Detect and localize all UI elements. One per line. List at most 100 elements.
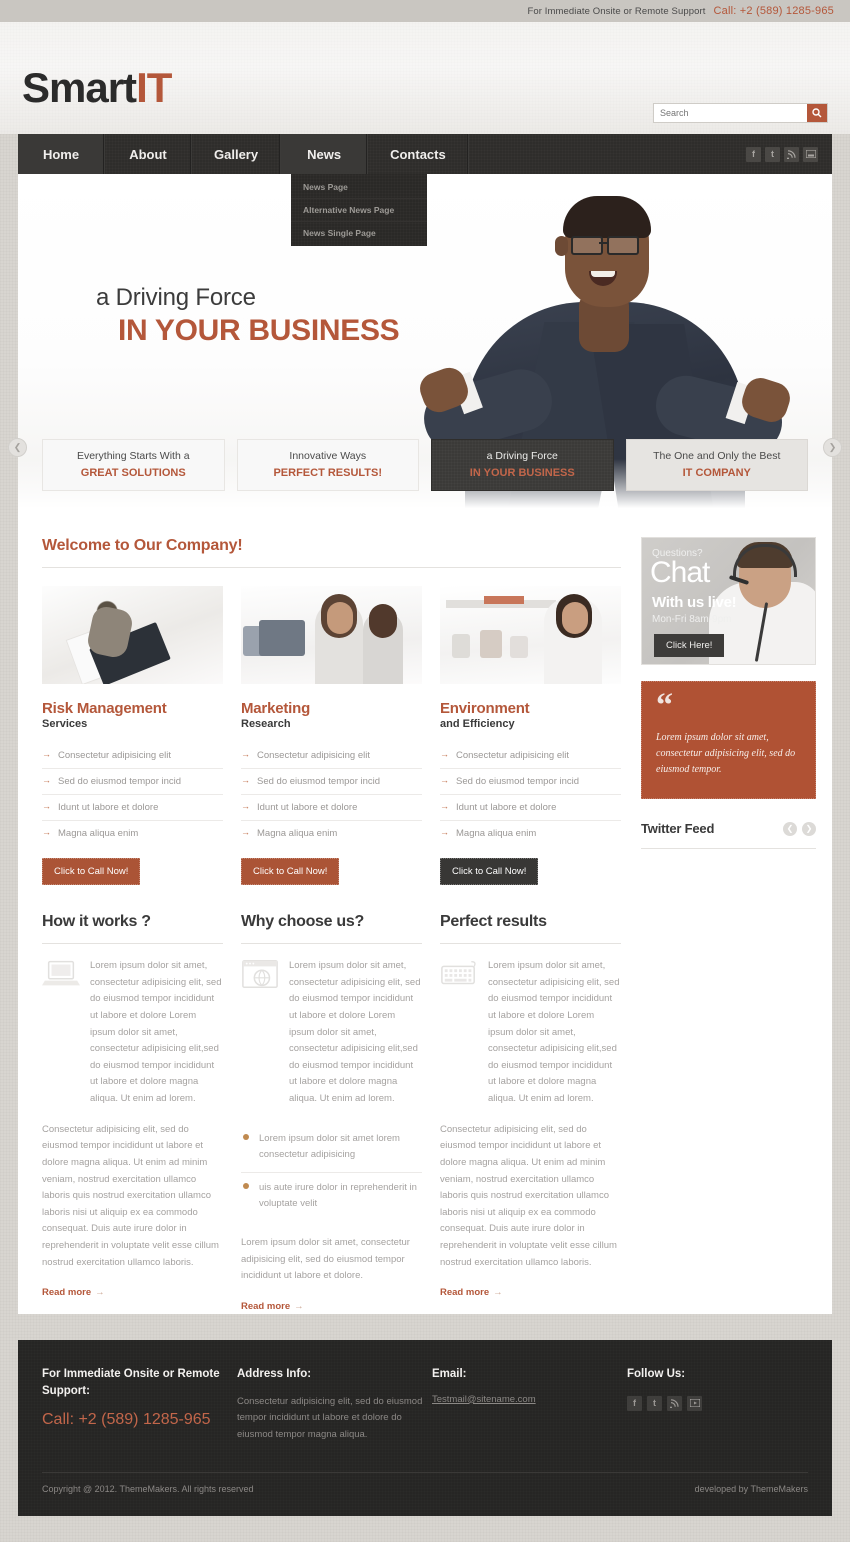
footer-address-text: Consectetur adipisicing elit, sed do eiu…	[237, 1395, 423, 1440]
hero-thumb-3-bottom: IN YOUR BUSINESS	[469, 466, 575, 479]
search-button[interactable]	[807, 104, 827, 122]
service-card-1-list: Consectetur adipisicing elit Sed do eius…	[42, 743, 223, 846]
list-item: Idunt ut labore et dolore	[440, 795, 621, 821]
info-columns: How it works ? Lorem ipsum dolor sit ame…	[42, 913, 621, 1314]
service-card-3-subtitle: and Efficiency	[440, 718, 515, 730]
top-support-bar: For Immediate Onsite or Remote Support C…	[0, 0, 850, 22]
footer-phone: Call: +2 (589) 1285-965	[42, 1411, 211, 1429]
service-card-3-list: Consectetur adipisicing elit Sed do eius…	[440, 743, 621, 846]
support-phone: Call: +2 (589) 1285-965	[713, 5, 834, 17]
nav-item-contacts[interactable]: Contacts	[368, 134, 469, 174]
service-card-1-cta-button[interactable]: Click to Call Now!	[42, 858, 141, 885]
footer-social-links: f t	[627, 1395, 808, 1411]
dropdown-item-news-single-page[interactable]: News Single Page	[291, 222, 427, 244]
hero-thumb-3[interactable]: a Driving Force IN YOUR BUSINESS	[431, 439, 614, 491]
service-card-2-image	[241, 586, 422, 684]
service-card-3-cta-button[interactable]: Click to Call Now!	[440, 858, 539, 885]
list-item: Sed do eiusmod tempor incid	[42, 769, 223, 795]
hero-thumb-4[interactable]: The One and Only the Best IT COMPANY	[625, 439, 808, 491]
twitter-feed-widget: Twitter Feed ❮ ❯	[641, 821, 816, 836]
read-more-label: Read more	[241, 1301, 291, 1313]
support-text: For Immediate Onsite or Remote Support	[527, 5, 706, 17]
rss-icon[interactable]	[667, 1395, 682, 1411]
service-card-1-subtitle: Services	[42, 718, 88, 730]
service-cards: Risk Management Services Consectetur adi…	[42, 586, 621, 885]
info-column-why-choose-us: Why choose us? Lorem ipsum dolor sit ame…	[241, 913, 422, 1314]
nav-item-news[interactable]: News	[281, 134, 369, 174]
chat-headline: Chat	[650, 556, 710, 589]
hero-title: a Driving Force IN YOUR BUSINESS	[96, 284, 400, 348]
search-input[interactable]	[654, 104, 807, 122]
info-column-1-read-more-link[interactable]: Read more →	[42, 1287, 105, 1298]
arrow-right-icon: →	[95, 1287, 105, 1299]
footer-email-heading: Email:	[432, 1368, 467, 1381]
info-column-2-read-more-link[interactable]: Read more →	[241, 1301, 304, 1312]
info-column-3-read-more-link[interactable]: Read more →	[440, 1287, 503, 1298]
sidebar: Questions? Chat With us live! Mon-Fri 8a…	[641, 537, 816, 1314]
chat-subline: With us live!	[652, 594, 737, 611]
youtube-icon[interactable]	[687, 1395, 702, 1411]
list-item: Magna aliqua enim	[440, 821, 621, 846]
nav-item-gallery[interactable]: Gallery	[192, 134, 282, 174]
hero-thumb-1-bottom: GREAT SOLUTIONS	[80, 466, 186, 479]
list-item: Lorem ipsum dolor sit amet lorem consect…	[241, 1124, 422, 1173]
twitter-icon[interactable]: t	[765, 146, 780, 162]
nav-item-home[interactable]: Home	[18, 134, 105, 174]
footer-follow-heading: Follow Us:	[627, 1368, 686, 1381]
info-column-2-body: Lorem ipsum dolor sit amet, consectetur …	[241, 1237, 410, 1282]
testimonial-box: “ Lorem ipsum dolor sit amet, consectetu…	[641, 681, 816, 799]
info-column-3-heading: Perfect results	[440, 913, 547, 930]
footer-support-column: For Immediate Onsite or Remote Support: …	[42, 1366, 237, 1444]
twitter-prev-button[interactable]: ❮	[783, 821, 797, 836]
site-logo[interactable]: SmartIT	[22, 67, 172, 109]
nav-items: Home About Gallery News Contacts	[18, 134, 469, 174]
twitter-feed-nav: ❮ ❯	[783, 821, 816, 836]
hero-thumb-2-bottom: PERFECT RESULTS!	[273, 466, 383, 479]
testimonial-text: Lorem ipsum dolor sit amet, consectetur …	[656, 731, 796, 775]
list-item: Consectetur adipisicing elit	[241, 743, 422, 769]
info-column-2-intro: Lorem ipsum dolor sit amet, consectetur …	[289, 960, 421, 1104]
hero-thumb-2[interactable]: Innovative Ways PERFECT RESULTS!	[236, 439, 419, 491]
nav-item-about[interactable]: About	[105, 134, 192, 174]
list-item: Consectetur adipisicing elit	[440, 743, 621, 769]
facebook-icon[interactable]: f	[746, 146, 761, 162]
footer-address-heading: Address Info:	[237, 1368, 312, 1381]
page-root: For Immediate Onsite or Remote Support C…	[0, 0, 850, 1542]
main-navigation: Home About Gallery News Contacts f t New…	[18, 134, 832, 246]
twitter-icon[interactable]: t	[647, 1395, 662, 1411]
info-column-perfect-results: Perfect results Lorem ipsum dolor sit am…	[440, 913, 621, 1314]
service-card-2-cta-button[interactable]: Click to Call Now!	[241, 858, 340, 885]
read-more-label: Read more	[440, 1287, 490, 1299]
info-column-2-heading: Why choose us?	[241, 913, 364, 930]
service-card-2-list: Consectetur adipisicing elit Sed do eius…	[241, 743, 422, 846]
info-column-2-bullets: Lorem ipsum dolor sit amet lorem consect…	[241, 1124, 422, 1222]
service-card-2-title: Marketing	[241, 700, 311, 717]
footer-support-heading: For Immediate Onsite or Remote Support:	[42, 1368, 220, 1397]
rss-icon[interactable]	[784, 146, 799, 162]
footer-email-link[interactable]: Testmail@sitename.com	[432, 1394, 627, 1405]
info-column-1-body: Consectetur adipisicing elit, sed do eiu…	[42, 1123, 219, 1268]
footer-address-column: Address Info: Consectetur adipisicing el…	[237, 1366, 432, 1444]
chat-click-here-button[interactable]: Click Here!	[654, 634, 725, 657]
twitter-next-button[interactable]: ❯	[802, 821, 816, 836]
flickr-icon[interactable]	[803, 146, 818, 162]
copyright-text: Copyright @ 2012. ThemeMakers. All right…	[42, 1483, 254, 1494]
info-column-3-body: Consectetur adipisicing elit, sed do eiu…	[440, 1123, 617, 1268]
dropdown-item-alternative-news-page[interactable]: Alternative News Page	[291, 199, 427, 222]
facebook-icon[interactable]: f	[627, 1395, 642, 1411]
list-item: Sed do eiusmod tempor incid	[241, 769, 422, 795]
list-item: Idunt ut labore et dolore	[42, 795, 223, 821]
quote-mark-icon: “	[656, 687, 673, 724]
slider-prev-button[interactable]: ❮	[8, 438, 27, 457]
search-icon	[812, 108, 822, 118]
search-box[interactable]	[653, 103, 828, 123]
info-column-3-intro: Lorem ipsum dolor sit amet, consectetur …	[488, 960, 620, 1104]
main-body: Welcome to Our Company! Risk Management …	[18, 519, 832, 1315]
slider-next-button[interactable]: ❯	[823, 438, 842, 457]
list-item: Magna aliqua enim	[42, 821, 223, 846]
info-column-1-heading: How it works ?	[42, 913, 151, 930]
content-wrapper: a Driving Force IN YOUR BUSINESS Everyth…	[8, 174, 842, 1315]
hero-thumb-1[interactable]: Everything Starts With a GREAT SOLUTIONS	[42, 439, 225, 491]
dropdown-item-news-page[interactable]: News Page	[291, 176, 427, 199]
service-card-3-title: Environment	[440, 700, 530, 717]
